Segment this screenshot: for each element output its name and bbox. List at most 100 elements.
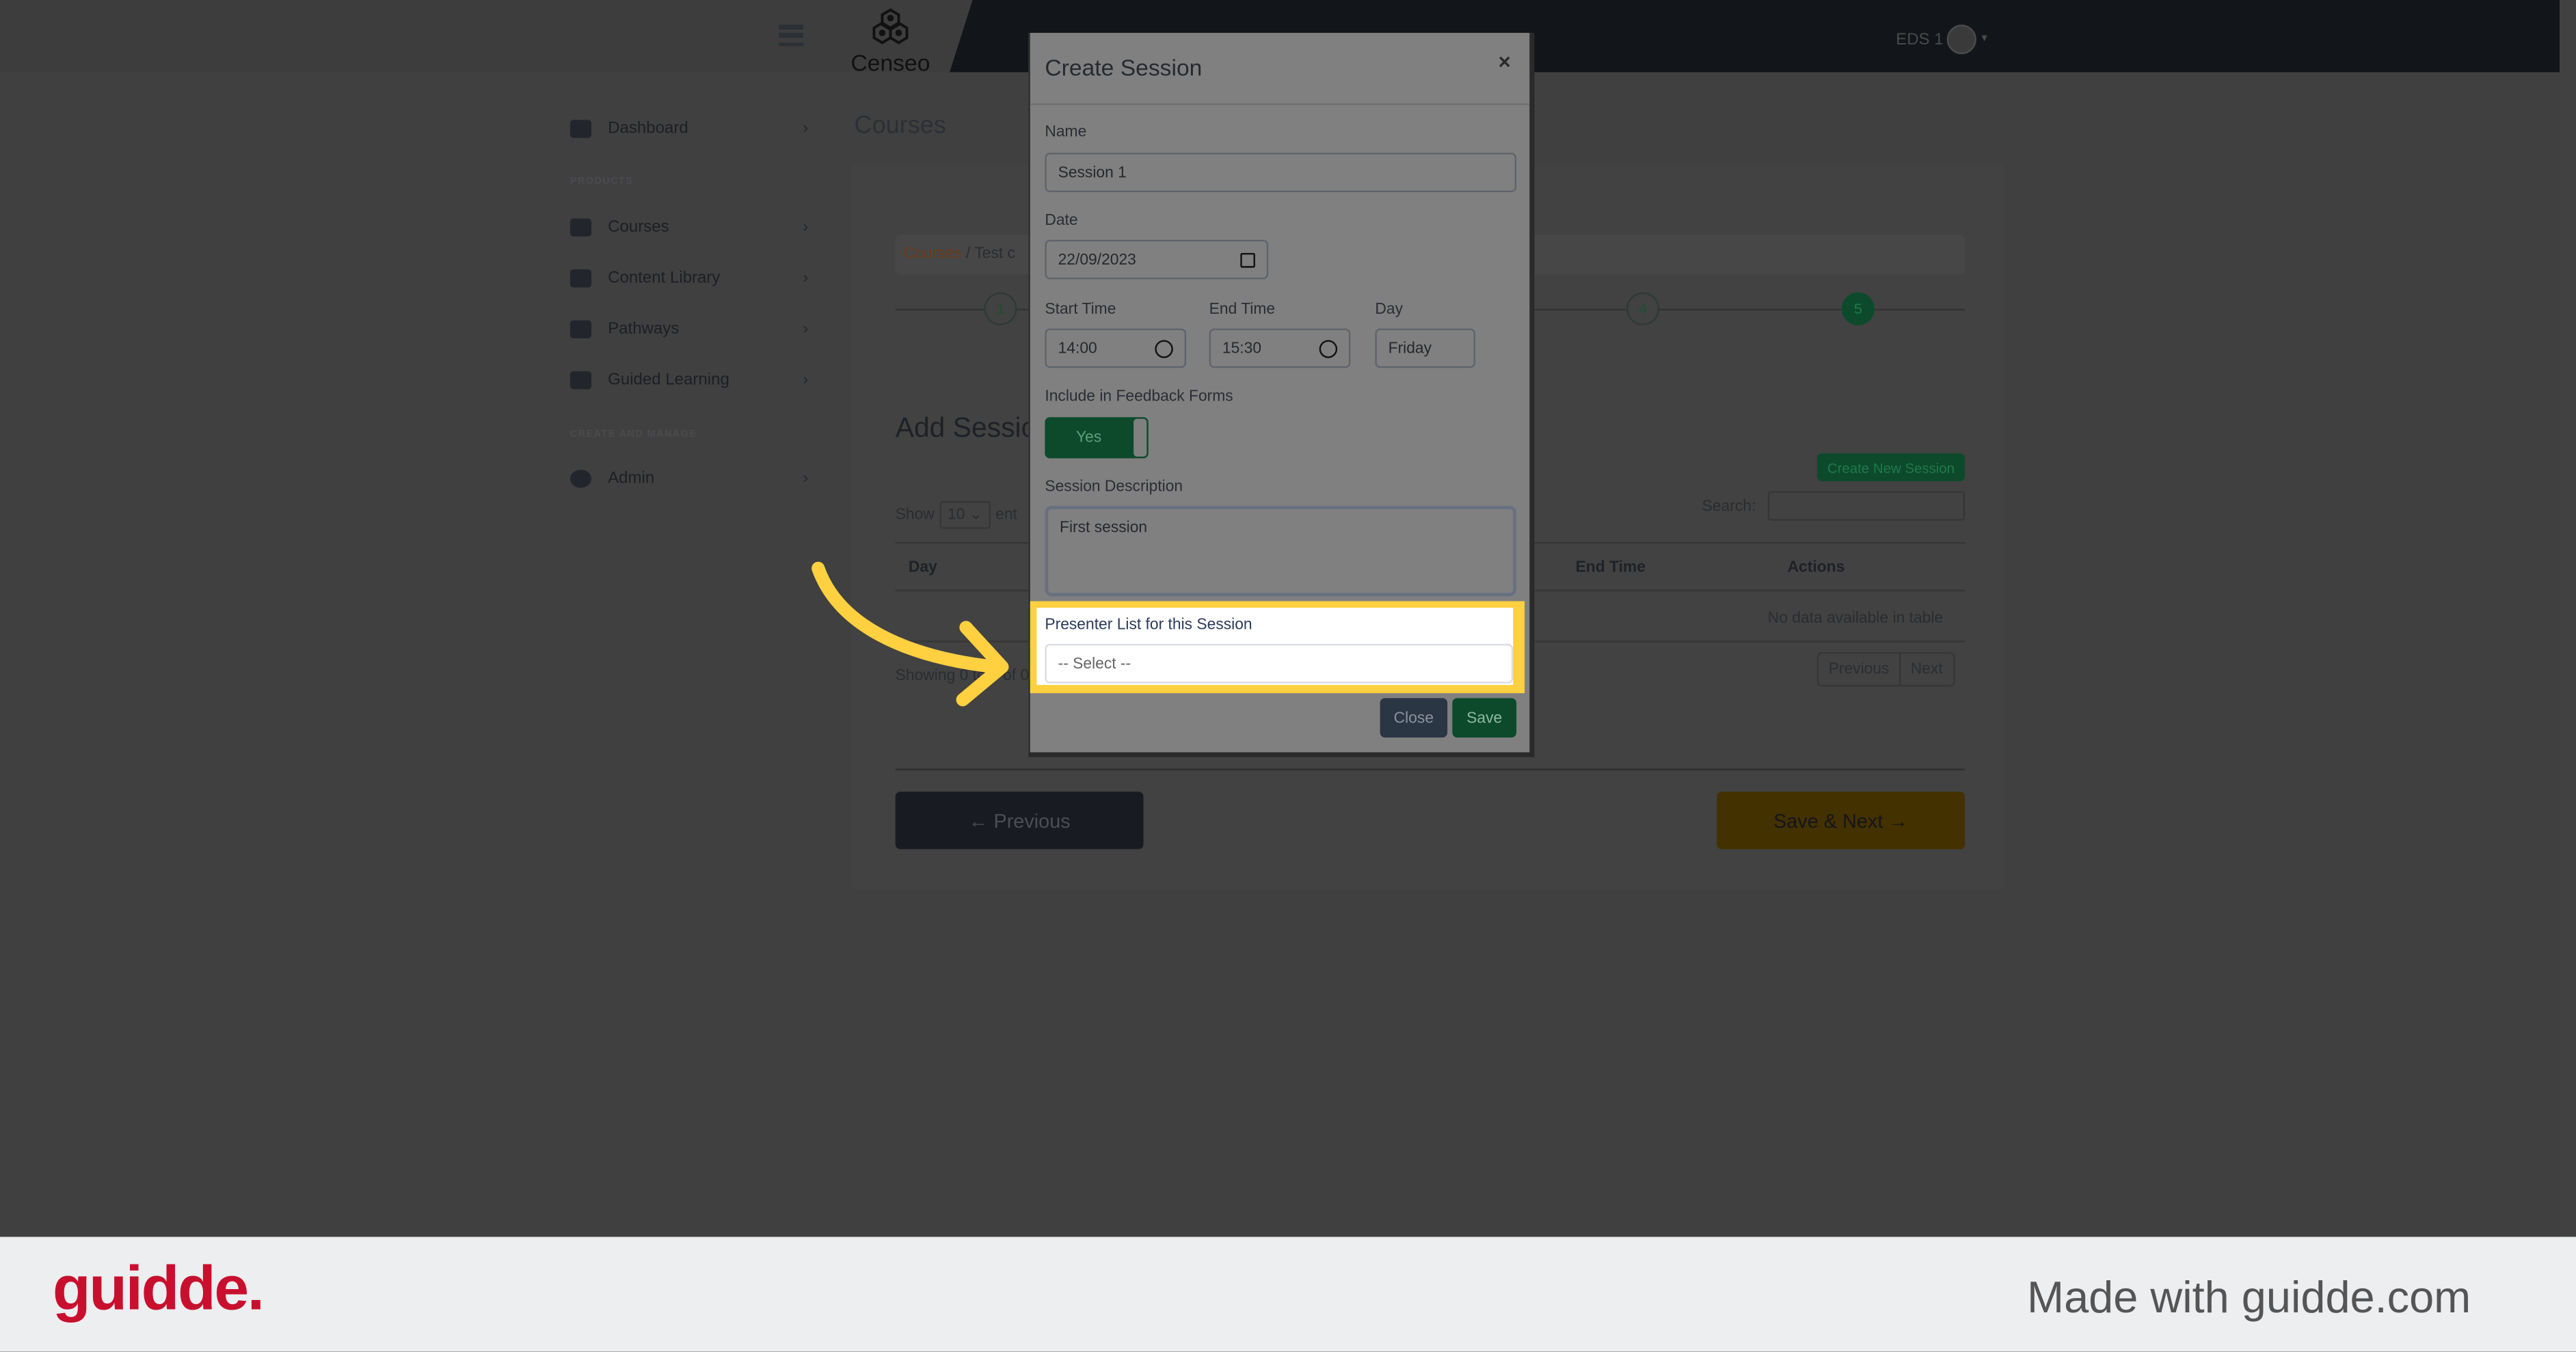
entries-label: ent xyxy=(995,506,1017,524)
previous-label: Previous xyxy=(993,809,1071,833)
arrow-left-icon: ← xyxy=(968,809,994,833)
modal-title: Create Session xyxy=(1045,54,1203,81)
clipboard-list-icon xyxy=(569,370,592,389)
start-time-value: 14:00 xyxy=(1058,339,1097,357)
modal-header-divider xyxy=(1030,103,1530,105)
chevron-right-icon: › xyxy=(803,469,809,487)
date-input[interactable]: 22/09/2023 xyxy=(1045,239,1269,280)
award-icon xyxy=(569,319,592,338)
breadcrumb-current: Test c xyxy=(974,245,1015,263)
search-input[interactable] xyxy=(1767,491,1965,521)
chevron-right-icon: › xyxy=(803,217,809,236)
logo-text: Censeo xyxy=(850,49,930,76)
step-4[interactable]: 4 xyxy=(1626,292,1660,325)
sidebar-section-label: PRODUCTS xyxy=(569,177,634,187)
gauge-icon xyxy=(569,119,592,137)
pagination-next[interactable]: Next xyxy=(1901,653,1953,685)
section-title: Add Sessio xyxy=(895,412,1037,444)
censeo-logo-icon xyxy=(872,8,909,44)
day-label: Day xyxy=(1375,300,1404,319)
caret-down-icon: ▼ xyxy=(1979,34,1989,44)
user-name: EDS 1 xyxy=(1896,30,1944,49)
scrollbar[interactable] xyxy=(2560,0,2576,1237)
step-1[interactable]: 1 xyxy=(984,292,1017,325)
sidebar-item-guided-learning[interactable]: Guided Learning › xyxy=(569,364,809,394)
pagination-previous[interactable]: Previous xyxy=(1819,653,1901,686)
date-value: 22/09/2023 xyxy=(1058,250,1136,269)
clock-icon[interactable] xyxy=(1319,339,1338,357)
user-menu[interactable]: EDS 1 ▼ xyxy=(1896,25,1989,55)
calendar-icon[interactable] xyxy=(1240,252,1255,267)
description-label: Session Description xyxy=(1045,478,1183,496)
save-button[interactable]: Save xyxy=(1452,698,1517,738)
divider xyxy=(895,768,1965,771)
sidebar-item-admin[interactable]: Admin › xyxy=(569,463,809,493)
feedback-toggle[interactable]: Yes xyxy=(1045,417,1149,459)
sidebar-item-dashboard[interactable]: Dashboard › xyxy=(569,113,809,143)
save-next-button[interactable]: Save & Next → xyxy=(1717,792,1965,850)
arrow-annotation-icon xyxy=(811,561,1009,707)
show-label: Show xyxy=(895,506,935,524)
entries-value: 10 xyxy=(948,506,965,524)
chalkboard-user-icon xyxy=(569,217,592,236)
feedback-label: Include in Feedback Forms xyxy=(1045,388,1233,406)
presenter-placeholder: -- Select -- xyxy=(1058,655,1131,674)
close-icon[interactable]: × xyxy=(1499,49,1511,74)
create-new-session-button[interactable]: Create New Session xyxy=(1816,453,1965,482)
name-input[interactable]: Session 1 xyxy=(1045,152,1517,193)
presenter-field: Presenter List for this Session -- Selec… xyxy=(1036,608,1514,686)
column-end-time[interactable]: End Time xyxy=(1576,558,1646,576)
search-label: Search: xyxy=(1702,498,1756,516)
name-value: Session 1 xyxy=(1058,163,1127,182)
day-value: Friday xyxy=(1388,339,1432,357)
sidebar-item-label: Content Library xyxy=(608,268,721,287)
description-textarea[interactable]: First session xyxy=(1045,506,1517,597)
name-label: Name xyxy=(1045,123,1087,141)
breadcrumb-courses-link[interactable]: Courses xyxy=(904,245,962,262)
sidebar-section-label: CREATE AND MANAGE xyxy=(569,430,697,441)
create-session-modal: Create Session × Name Session 1 Date 22/… xyxy=(1028,33,1535,757)
avatar-icon xyxy=(1946,25,1976,55)
sidebar-item-courses[interactable]: Courses › xyxy=(569,212,809,241)
end-time-label: End Time xyxy=(1209,300,1276,319)
guidde-logo: guidde. xyxy=(52,1254,265,1324)
clock-icon[interactable] xyxy=(1155,339,1173,357)
sidebar-item-pathways[interactable]: Pathways › xyxy=(569,314,809,343)
close-button[interactable]: Close xyxy=(1380,698,1448,738)
presenter-label: Presenter List for this Session xyxy=(1045,616,1252,634)
gear-icon xyxy=(569,469,592,487)
sidebar-item-content-library[interactable]: Content Library › xyxy=(569,262,809,292)
description-value: First session xyxy=(1059,519,1148,537)
sidebar-item-label: Guided Learning xyxy=(608,370,729,389)
footer-tagline: Made with guidde.com xyxy=(2027,1273,2471,1323)
sidebar-item-label: Dashboard xyxy=(608,119,688,137)
sidebar-item-label: Courses xyxy=(608,217,669,236)
menu-icon[interactable] xyxy=(779,25,804,46)
footer: guidde. Made with guidde.com xyxy=(0,1236,2576,1352)
chevron-right-icon: › xyxy=(803,319,809,338)
book-icon xyxy=(569,268,592,287)
toggle-label: Yes xyxy=(1076,429,1102,447)
sidebar-item-label: Admin xyxy=(608,469,655,487)
entries-select[interactable]: 10 ⌄ xyxy=(939,500,991,529)
end-time-input[interactable]: 15:30 xyxy=(1209,328,1351,368)
logo[interactable]: Censeo xyxy=(846,8,935,76)
start-time-label: Start Time xyxy=(1045,300,1116,319)
presenter-select[interactable]: -- Select -- xyxy=(1045,644,1514,684)
date-label: Date xyxy=(1045,211,1078,230)
chevron-right-icon: › xyxy=(803,370,809,389)
step-5[interactable]: 5 xyxy=(1841,292,1875,325)
start-time-input[interactable]: 14:00 xyxy=(1045,328,1187,368)
toggle-handle xyxy=(1133,418,1147,457)
chevron-right-icon: › xyxy=(803,119,809,137)
chevron-right-icon: › xyxy=(803,268,809,287)
column-actions[interactable]: Actions xyxy=(1788,558,1845,576)
page-title: Courses xyxy=(854,111,946,140)
end-time-value: 15:30 xyxy=(1222,339,1262,357)
save-next-label: Save & Next xyxy=(1773,809,1883,833)
previous-button[interactable]: ← Previous xyxy=(895,792,1144,850)
arrow-right-icon: → xyxy=(1883,809,1909,833)
sidebar-item-label: Pathways xyxy=(608,319,680,338)
day-input: Friday xyxy=(1375,328,1475,368)
table-empty-text: No data available in table xyxy=(1767,609,1944,627)
